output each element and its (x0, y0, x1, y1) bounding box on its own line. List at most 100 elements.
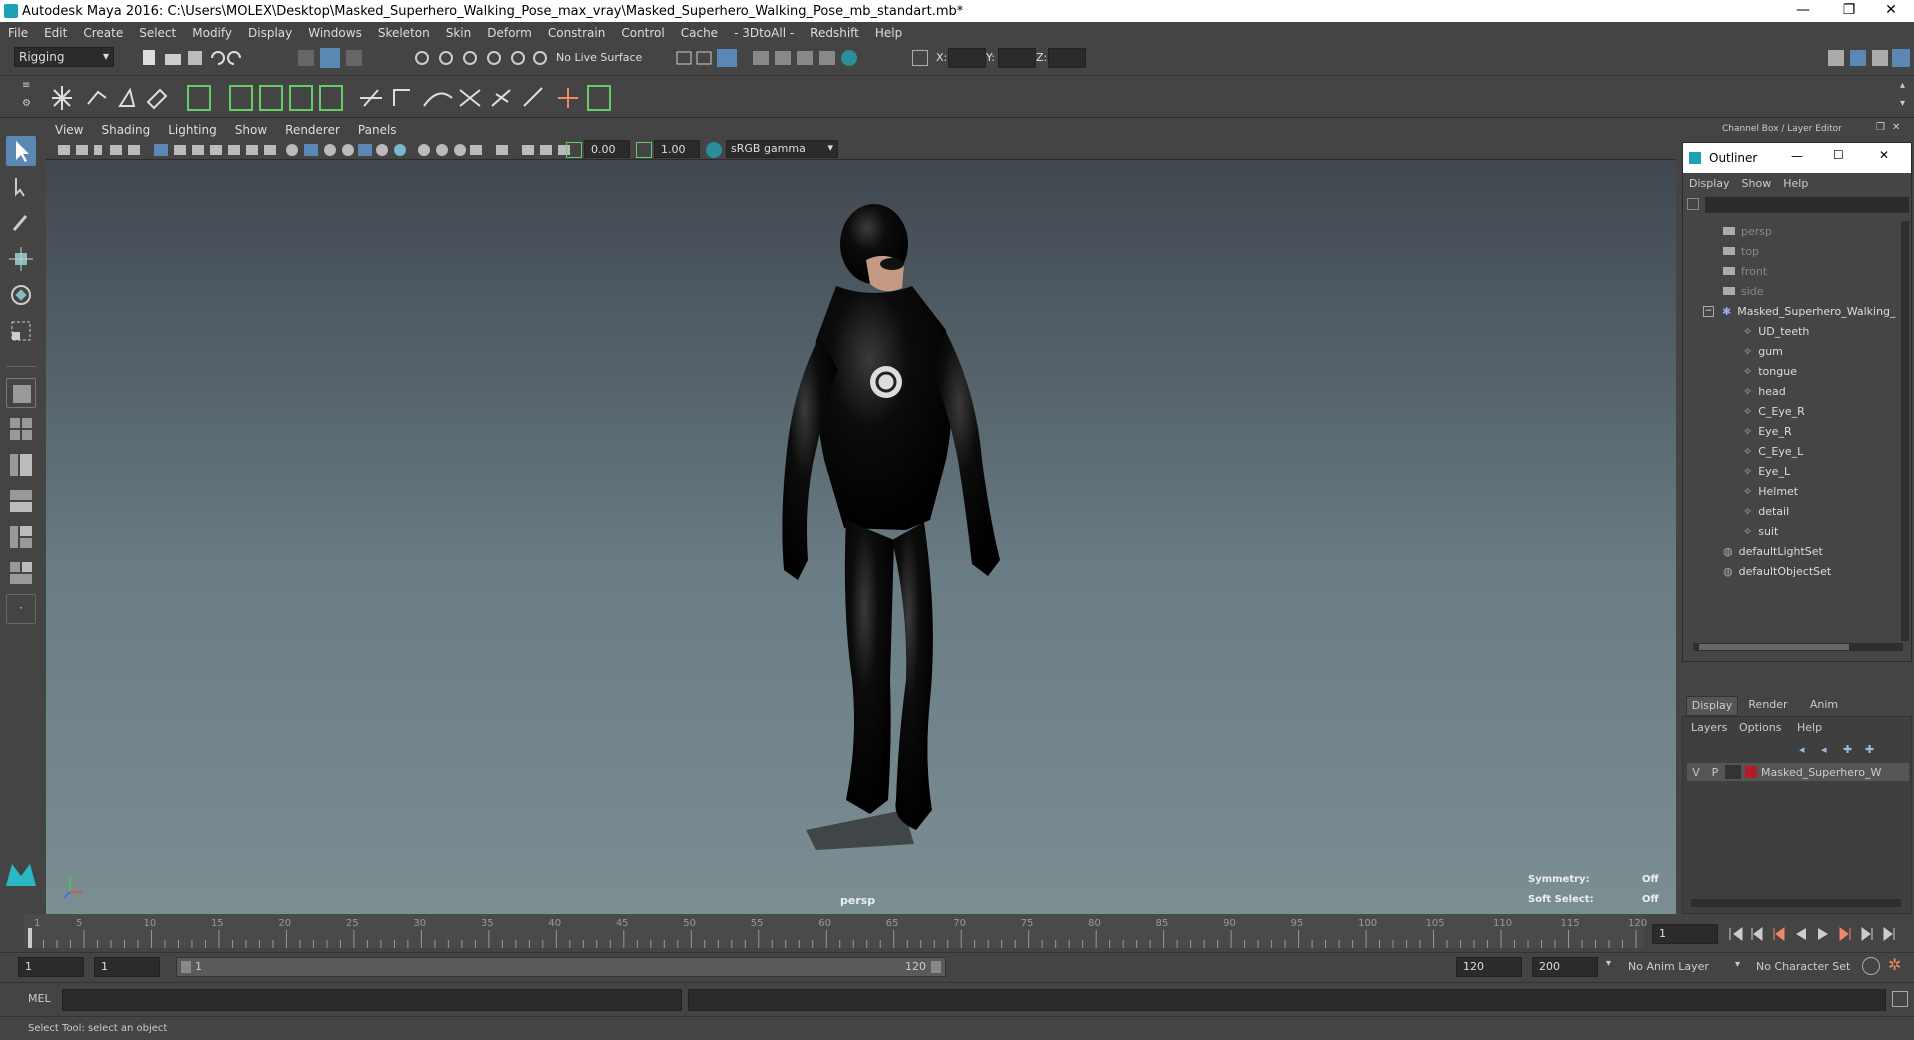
y-field[interactable] (998, 48, 1036, 68)
scrollbar-thumb[interactable] (1699, 644, 1849, 650)
menu-set-dropdown[interactable]: Rigging ▾ (14, 47, 114, 67)
menu-redshift[interactable]: Redshift (802, 26, 867, 40)
layer-menu-layers[interactable]: Layers (1691, 721, 1727, 734)
viewport-menu-shading[interactable]: Shading (92, 123, 159, 137)
minimize-button[interactable]: — (1780, 0, 1826, 22)
menu-3dtoall[interactable]: - 3DtoAll - (726, 26, 802, 40)
menu-skin[interactable]: Skin (438, 26, 480, 40)
maya-home-icon[interactable] (4, 858, 38, 888)
list-item[interactable]: − ✱ Masked_Superhero_Walking_ (1703, 301, 1896, 321)
exposure-icon[interactable] (566, 142, 582, 158)
tab-anim[interactable]: Anim (1798, 696, 1850, 716)
paint-select-button[interactable] (6, 208, 36, 238)
current-frame-field[interactable]: 1 (1652, 924, 1718, 944)
shelf-menu-icon[interactable]: ≡ (22, 80, 30, 91)
gamma-icon[interactable] (636, 142, 652, 158)
viewport-menu-panels[interactable]: Panels (349, 123, 406, 137)
lasso-tool-button[interactable] (6, 172, 36, 202)
persp-outliner-button[interactable] (6, 450, 36, 480)
menu-modify[interactable]: Modify (184, 26, 240, 40)
shelf-settings-icon[interactable]: ⚙ (22, 98, 31, 109)
move-layer-down-icon[interactable]: ◂ (1821, 743, 1827, 756)
tab-render[interactable]: Render (1742, 696, 1794, 716)
persp-viewport[interactable]: persp Symmetry: Off Soft Select: Off (46, 160, 1676, 914)
outliner-horizontal-scrollbar[interactable] (1693, 643, 1903, 651)
menu-control[interactable]: Control (613, 26, 672, 40)
maximize-button[interactable]: ❐ (1826, 0, 1872, 22)
collapse-icon[interactable]: − (1703, 305, 1714, 317)
preferences-icon[interactable]: ✲ (1888, 955, 1901, 974)
list-item[interactable]: ◍ defaultLightSet (1723, 541, 1823, 561)
menu-edit[interactable]: Edit (36, 26, 75, 40)
visibility-toggle[interactable]: V (1687, 766, 1705, 779)
playback-end-field[interactable]: 120 (1456, 957, 1522, 977)
list-item[interactable]: ✧ C_Eye_R (1743, 401, 1805, 421)
rotate-tool-button[interactable] (6, 280, 36, 310)
minimize-icon[interactable]: — (1791, 149, 1803, 163)
layer-menu-options[interactable]: Options (1739, 721, 1781, 734)
character-set-dropdown[interactable]: No Character Set (1748, 957, 1868, 977)
menu-windows[interactable]: Windows (300, 26, 370, 40)
list-item[interactable]: persp (1723, 221, 1772, 241)
list-item[interactable]: front (1723, 261, 1767, 281)
layer-scrollbar[interactable] (1691, 899, 1901, 907)
menu-file[interactable]: File (0, 26, 36, 40)
layer-color-swatch[interactable] (1745, 766, 1757, 778)
command-input[interactable] (62, 989, 682, 1011)
color-space-dropdown[interactable]: sRGB gamma ▾ (726, 140, 838, 158)
transform-mode-icon[interactable] (912, 50, 928, 66)
list-item[interactable]: ✧ suit (1743, 521, 1778, 541)
menu-constrain[interactable]: Constrain (540, 26, 614, 40)
playback-start-field[interactable]: 1 (94, 957, 160, 977)
start-time-field[interactable]: 1 (18, 957, 84, 977)
single-view-button[interactable] (6, 378, 36, 408)
persp-graph-button[interactable] (6, 486, 36, 516)
list-item[interactable]: ✧ Eye_L (1743, 461, 1790, 481)
menu-help[interactable]: Help (867, 26, 910, 40)
menu-deform[interactable]: Deform (479, 26, 540, 40)
four-view-button[interactable] (6, 414, 36, 444)
exposure-field[interactable]: 0.00 (584, 140, 630, 158)
hypershade-layout-button[interactable] (6, 522, 36, 552)
list-item[interactable]: top (1723, 241, 1759, 261)
move-tool-button[interactable] (6, 244, 36, 274)
list-item[interactable]: ✧ Eye_R (1743, 421, 1792, 441)
outliner-menu-show[interactable]: Show (1736, 177, 1778, 190)
list-item[interactable]: ✧ head (1743, 381, 1786, 401)
float-panel-icon[interactable]: ❐ (1876, 122, 1885, 133)
outliner-menu-help[interactable]: Help (1777, 177, 1814, 190)
layer-menu-help[interactable]: Help (1797, 721, 1822, 734)
gamma-field[interactable]: 1.00 (654, 140, 700, 158)
menu-create[interactable]: Create (75, 26, 131, 40)
list-item[interactable]: ✧ UD_teeth (1743, 321, 1809, 341)
viewport-menu-lighting[interactable]: Lighting (159, 123, 226, 137)
chevron-down-icon[interactable]: ▾ (1606, 958, 1611, 969)
maximize-icon[interactable]: ☐ (1833, 148, 1844, 162)
outliner-menu-display[interactable]: Display (1683, 177, 1736, 190)
viewport-menu-renderer[interactable]: Renderer (276, 123, 349, 137)
range-handle-start[interactable] (181, 961, 191, 973)
list-item[interactable]: ✧ tongue (1743, 361, 1797, 381)
menu-skeleton[interactable]: Skeleton (370, 26, 438, 40)
layer-type-toggle[interactable] (1725, 765, 1741, 779)
x-field[interactable] (948, 48, 986, 68)
outliner-search-input[interactable] (1705, 197, 1909, 213)
range-handle-end[interactable] (931, 961, 941, 973)
range-slider[interactable]: 1 120 (176, 957, 946, 977)
select-tool-button[interactable] (6, 136, 36, 166)
move-layer-up-icon[interactable]: ◂ (1799, 743, 1805, 756)
filter-icon[interactable] (1687, 198, 1699, 210)
live-surface-label[interactable]: No Live Surface (556, 51, 642, 64)
new-layer-selected-icon[interactable]: ✚ (1865, 743, 1874, 756)
new-layer-icon[interactable]: ✚ (1843, 743, 1852, 756)
auto-key-icon[interactable] (1862, 957, 1880, 975)
tab-display[interactable]: Display (1686, 696, 1738, 716)
outliner-vertical-scrollbar[interactable] (1901, 221, 1909, 641)
playback-toggle[interactable]: P (1705, 766, 1725, 779)
time-slider[interactable]: 1 5 10 15 20 25 30 35 40 45 50 55 60 65 70 75 80 85 90 95 10… (0, 914, 1914, 952)
scale-tool-button[interactable] (6, 316, 36, 346)
list-item[interactable]: side (1723, 281, 1764, 301)
script-editor-icon[interactable] (1892, 991, 1908, 1007)
anim-layer-dropdown[interactable]: No Anim Layer ▾ (1620, 957, 1740, 977)
viewport-menu-show[interactable]: Show (226, 123, 276, 137)
